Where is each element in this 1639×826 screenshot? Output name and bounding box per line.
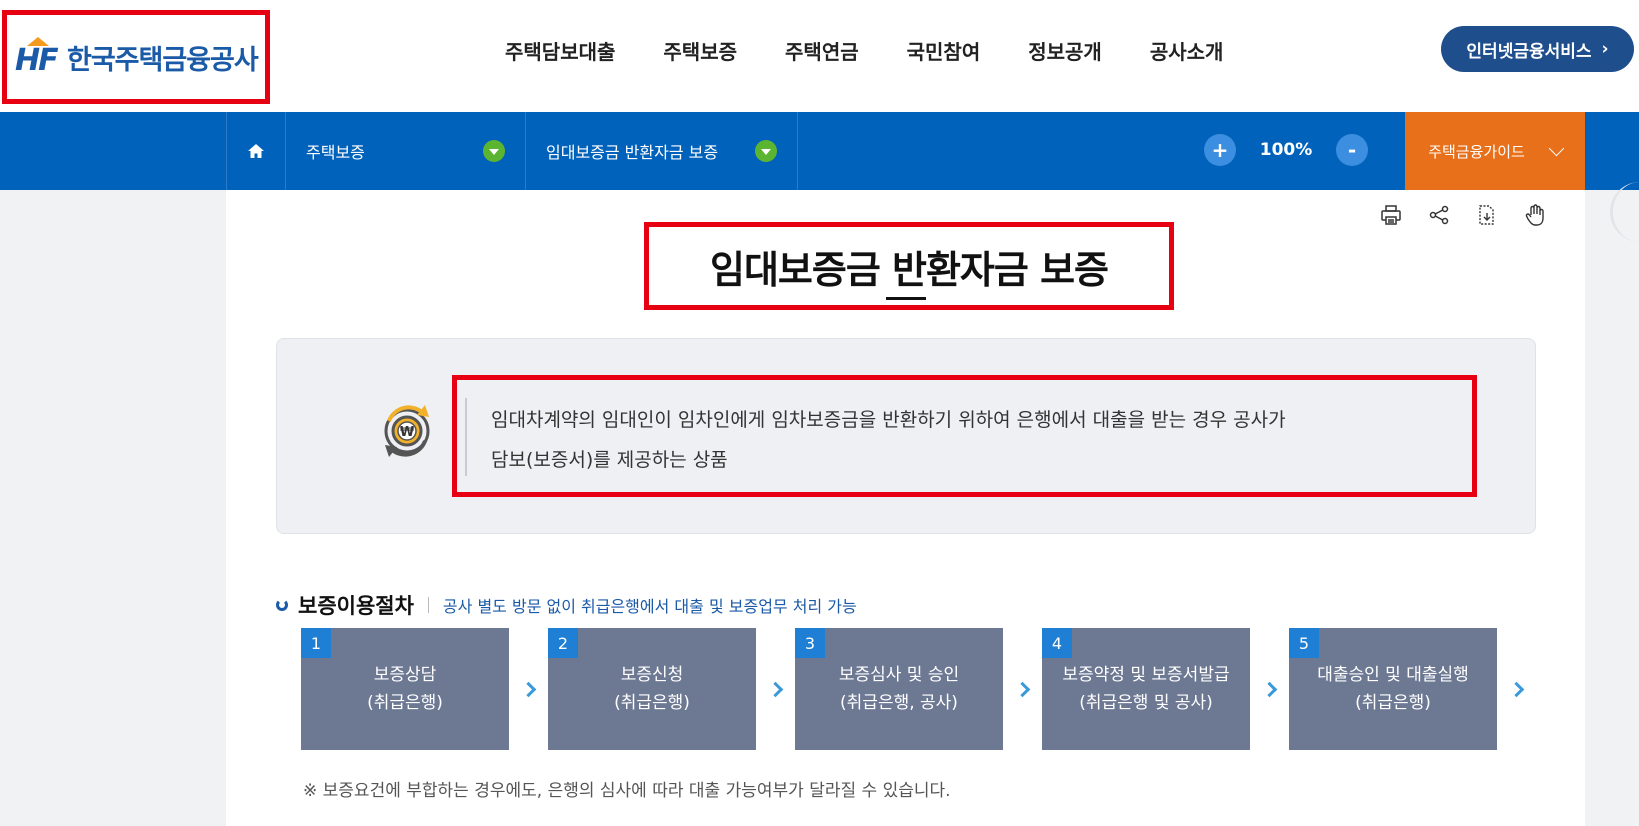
share-button[interactable] [1426,202,1452,228]
nav-item-reverse-mortgage[interactable]: 주택연금 [785,36,859,65]
step-actor: (취급은행) [367,693,443,713]
chevron-right-icon [756,628,795,750]
download-button[interactable] [1474,202,1500,228]
chevron-down-icon [1548,140,1565,156]
internet-finance-button[interactable]: 인터넷금융서비스 › [1441,26,1634,72]
hand-pointer-icon [1525,204,1544,226]
svg-text:₩: ₩ [400,425,415,440]
won-exchange-icon: ₩ [384,405,430,457]
procedure-step: 4 보증약정 및 보증서발급 (취급은행 및 공사) [1042,628,1250,750]
print-button[interactable] [1378,202,1404,228]
housing-finance-guide-dropdown[interactable]: 주택금융가이드 [1405,112,1585,190]
procedure-subtitle: 공사 별도 방문 없이 취급은행에서 대출 및 보증업무 처리 가능 [442,597,857,616]
page-title: 임대보증금 반환자금 보증 [709,247,1109,292]
title-underline [886,297,926,300]
chevron-right-icon [509,628,548,750]
guide-label: 주택금융가이드 [1428,142,1525,161]
step-title: 보증신청 [620,665,684,685]
chevron-down-icon[interactable] [483,140,505,162]
zoom-out-button[interactable]: - [1336,134,1368,166]
procedure-step: 1 보증상담 (취급은행) [301,628,509,750]
logo-text: 한국주택금융공사 [67,44,259,76]
chevron-right-icon [1250,628,1289,750]
download-icon [1479,205,1494,225]
product-description-highlight: 임대차계약의 임대인이 임차인에게 임차보증금을 반환하기 위하여 은행에서 대… [452,375,1477,497]
product-description-line1: 임대차계약의 임대인이 임차인에게 임차보증금을 반환하기 위하여 은행에서 대… [491,409,1286,431]
print-icon [1381,205,1401,225]
chevron-right-icon: › [1601,39,1609,59]
step-number: 1 [301,628,331,658]
site-logo[interactable]: HF 한국주택금융공사 [2,10,270,104]
site-header: HF 한국주택금융공사 주택담보대출 주택보증 주택연금 국민참여 정보공개 공… [0,0,1639,112]
step-actor: (취급은행) [614,693,690,713]
procedure-title: 보증이용절차 [298,594,414,618]
decorative-curve [1610,182,1639,242]
internet-finance-label: 인터넷금융서비스 [1466,41,1592,62]
location-bar: 주택보증 임대보증금 반환자금 보증 + 100% - 주택금융가이드 [0,112,1639,190]
breadcrumb-label: 임대보증금 반환자금 보증 [546,143,719,162]
step-number: 5 [1289,628,1319,658]
chevron-down-icon[interactable] [755,140,777,162]
zoom-control: + 100% - [1204,134,1368,166]
quote-bar [465,398,467,476]
product-description-line2: 담보(보증서)를 제공하는 상품 [491,449,728,471]
step-number: 4 [1042,628,1072,658]
zoom-level: 100% [1259,140,1313,160]
global-nav: 주택담보대출 주택보증 주택연금 국민참여 정보공개 공사소개 [505,36,1271,65]
step-number: 2 [548,628,578,658]
hf-logo-icon: HF [15,37,61,78]
step-title: 보증상담 [373,665,437,685]
breadcrumb: 주택보증 임대보증금 반환자금 보증 [226,112,798,190]
divider [427,597,429,613]
product-intro-box: ₩ 임대차계약의 임대인이 임차인에게 임차보증금을 반환하기 위하여 은행에서… [276,338,1536,534]
share-icon [1429,205,1449,225]
home-button[interactable] [226,112,286,190]
nav-item-housing-guarantee[interactable]: 주택보증 [663,36,737,65]
breadcrumb-label: 주택보증 [306,143,365,162]
procedure-note: ※ 보증요건에 부합하는 경우에도, 은행의 심사에 따라 대출 가능여부가 달… [303,781,951,801]
nav-item-information-disclosure[interactable]: 정보공개 [1028,36,1102,65]
chevron-right-icon [1497,628,1536,750]
procedure-step: 3 보증심사 및 승인 (취급은행, 공사) [795,628,1003,750]
nav-item-about[interactable]: 공사소개 [1150,36,1224,65]
home-icon [248,144,264,158]
logo-mark-text: HF [15,43,59,78]
step-title: 보증심사 및 승인 [838,665,960,685]
procedure-step: 5 대출승인 및 대출실행 (취급은행) [1289,628,1497,750]
procedure-steps: 1 보증상담 (취급은행) 2 보증신청 (취급은행) 3 보증심사 및 승인 … [301,628,1536,750]
step-actor: (취급은행) [1355,693,1431,713]
procedure-step: 2 보증신청 (취급은행) [548,628,756,750]
breadcrumb-item-current-page[interactable]: 임대보증금 반환자금 보증 [526,112,798,190]
procedure-heading: 보증이용절차 공사 별도 방문 없이 취급은행에서 대출 및 보증업무 처리 가… [276,590,857,620]
step-number: 3 [795,628,825,658]
step-actor: (취급은행, 공사) [840,693,958,713]
accessibility-button[interactable] [1522,202,1548,228]
nav-item-public-participation[interactable]: 국민참여 [907,36,981,65]
nav-item-mortgage-loan[interactable]: 주택담보대출 [505,36,615,65]
zoom-in-button[interactable]: + [1204,134,1236,166]
breadcrumb-item-housing-guarantee[interactable]: 주택보증 [286,112,526,190]
bullet-icon [276,599,288,611]
step-title: 대출승인 및 대출실행 [1317,665,1469,685]
utility-toolbar [1378,202,1548,228]
step-title: 보증약정 및 보증서발급 [1062,665,1230,685]
chevron-right-icon [1003,628,1042,750]
step-actor: (취급은행 및 공사) [1079,693,1213,713]
main-content: 임대보증금 반환자금 보증 ₩ 임대차계약의 임대인이 임차인에게 임차보증금을… [226,190,1585,826]
